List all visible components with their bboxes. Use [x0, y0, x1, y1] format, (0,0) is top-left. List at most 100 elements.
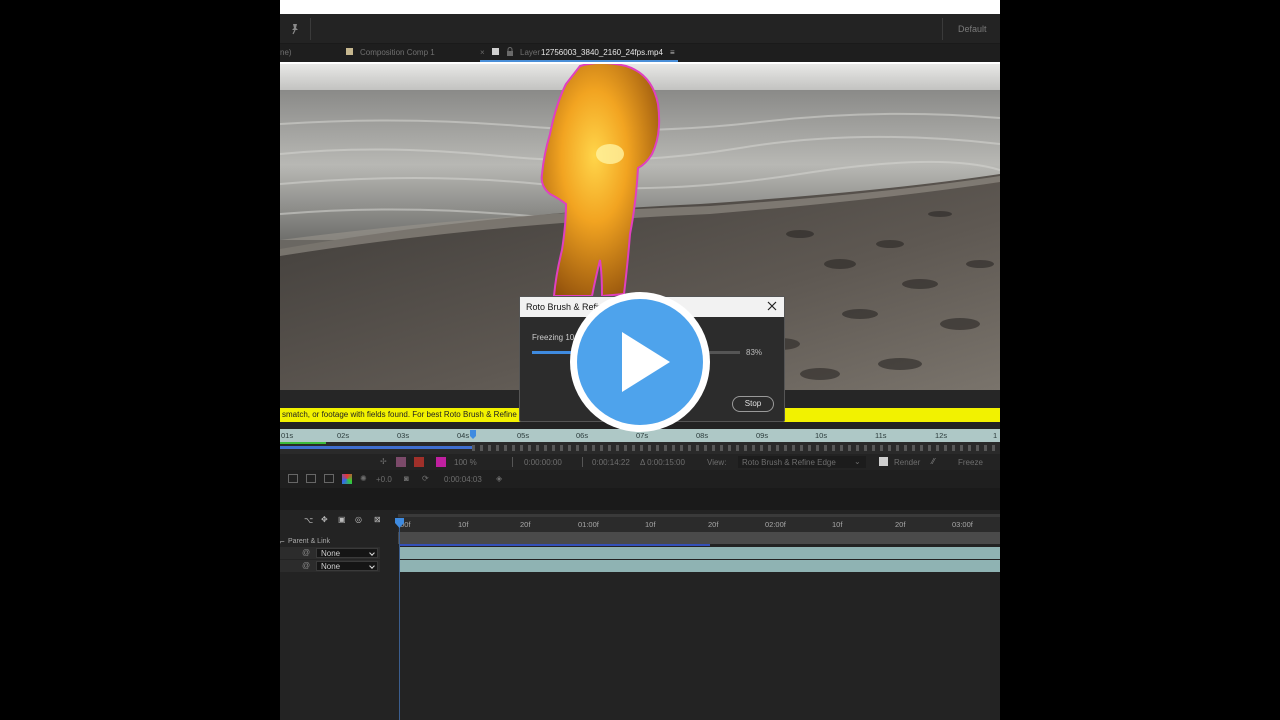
current-time-indicator[interactable]: [470, 430, 476, 442]
toolbar-divider: [942, 18, 943, 40]
matte-color-swatch[interactable]: [436, 457, 446, 467]
panel-divider: [280, 488, 1000, 510]
timeline-tick: 20f: [708, 520, 719, 529]
workspace-label[interactable]: Default: [958, 24, 987, 34]
tab-layer-name[interactable]: 12756003_3840_2160_24fps.mp4: [541, 48, 663, 57]
timeline-tick: 03:00f: [952, 520, 973, 529]
color-channels-icon[interactable]: [342, 474, 352, 484]
snapshot-icon[interactable]: ◙: [404, 474, 409, 483]
chevron-down-icon: [369, 550, 375, 556]
ruler-tick: 02s: [337, 431, 350, 440]
column-icon[interactable]: ⌐: [280, 537, 285, 546]
timeline-tick: 01:00f: [578, 520, 599, 529]
tab-composition[interactable]: Composition Comp 1: [360, 48, 435, 57]
view-label: View:: [707, 458, 727, 467]
parent-select[interactable]: None: [316, 548, 378, 558]
timeline-tick: 10f: [645, 520, 656, 529]
viewer-footer: ✺ +0.0 ◙ ⟳ 0:00:04:03 ◈: [280, 470, 1000, 488]
exposure-value[interactable]: +0.0: [376, 475, 392, 484]
timeline-ruler[interactable]: :00f 10f 20f 01:00f 10f 20f 02:00f 10f 2…: [398, 514, 1000, 532]
mask-view-icon[interactable]: [324, 474, 334, 483]
region-of-interest-icon[interactable]: [288, 474, 298, 483]
progress-percent: 83%: [746, 348, 763, 357]
parent-select-value: None: [321, 549, 341, 558]
timeline-tick: 10f: [832, 520, 843, 529]
roto-span-line: [400, 544, 710, 546]
timeline-tick: 10f: [458, 520, 469, 529]
mask-color-swatch[interactable]: [414, 457, 424, 467]
roto-controls-bar: ✢ 100 % 0:00:00:00 0:00:14:22 Δ 0:00:15:…: [280, 454, 1000, 470]
timeline-panel: ⌥ ✥ ▣ ◎ ⊠ :00f 10f 20f 01:00f 10f 20f 02…: [280, 510, 1000, 720]
freeze-label[interactable]: Freeze: [958, 458, 983, 467]
timeline-current-time-indicator[interactable]: [395, 518, 404, 528]
exposure-icon[interactable]: ✺: [360, 474, 367, 483]
ruler-tick: 11s: [875, 431, 887, 440]
reset-exposure-icon[interactable]: ◈: [496, 474, 502, 483]
timeline-current-time-line: [399, 522, 400, 720]
composition-icon: [346, 48, 353, 55]
lock-icon[interactable]: [506, 47, 514, 56]
viewer-timecode[interactable]: 0:00:04:03: [444, 475, 482, 484]
layer-row[interactable]: @ None: [280, 547, 380, 559]
cached-frames-green: [280, 442, 326, 444]
toolbar-divider: [310, 18, 311, 40]
close-icon[interactable]: ×: [480, 48, 485, 57]
work-area-bar[interactable]: [398, 532, 1000, 544]
parent-select[interactable]: None: [316, 561, 378, 571]
render-checkbox[interactable]: [879, 457, 888, 466]
shy-layers-icon[interactable]: ✥: [321, 515, 328, 524]
draft-3d-icon[interactable]: ⌥: [304, 516, 313, 525]
ripple-icon[interactable]: ✢: [380, 457, 387, 466]
ruler-tick: 01s: [281, 431, 294, 440]
layer-duration-bar[interactable]: [400, 547, 1000, 559]
cache-indicator: [280, 442, 1000, 454]
ruler-tick: 09s: [756, 431, 769, 440]
pin-icon[interactable]: [288, 22, 302, 36]
show-snapshot-icon[interactable]: ⟳: [422, 474, 429, 483]
render-label: Render: [894, 458, 921, 467]
timeline-tick: 20f: [895, 520, 906, 529]
ruler-tick: 12s: [935, 431, 948, 440]
tab-layer-prefix[interactable]: Layer: [520, 48, 540, 57]
timeline-tick: 02:00f: [765, 520, 786, 529]
chevron-down-icon[interactable]: ⌄: [854, 457, 861, 466]
after-effects-window: Default ne) Composition Comp 1 × Layer 1…: [280, 0, 1000, 720]
time-start[interactable]: 0:00:00:00: [524, 458, 562, 467]
propagation-arrows: [472, 445, 1000, 451]
layer-tab-icon: [492, 48, 499, 55]
overlay-color-swatch[interactable]: [396, 457, 406, 467]
ruler-tick: 04s: [457, 431, 470, 440]
parent-select-value: None: [321, 562, 341, 571]
warning-message: smatch, or footage with fields found. Fo…: [282, 410, 543, 419]
tab-previous-label[interactable]: ne): [280, 48, 292, 57]
chevron-down-icon: [369, 563, 375, 569]
time-duration[interactable]: Δ 0:00:15:00: [640, 458, 685, 467]
motion-blur-icon[interactable]: ◎: [355, 515, 362, 524]
view-dropdown[interactable]: Roto Brush & Refine Edge: [738, 456, 866, 468]
timeline-tick: 20f: [520, 520, 531, 529]
tab-menu-icon[interactable]: ≡: [670, 48, 675, 57]
tools-toolbar: Default: [280, 14, 1000, 44]
time-current[interactable]: 0:00:14:22: [592, 458, 630, 467]
pick-whip-icon[interactable]: @: [302, 548, 310, 557]
ruler-tick: 03s: [397, 431, 410, 440]
zoom-percent[interactable]: 100 %: [454, 458, 477, 467]
layer-outline: ⌐ Parent & Link @ None @ None: [280, 532, 398, 720]
propagated-frames-blue: [280, 446, 472, 449]
matte-highlight: [596, 144, 624, 164]
end-marker: [582, 457, 583, 467]
stop-button[interactable]: Stop: [732, 396, 774, 412]
layer-duration-bar[interactable]: [400, 560, 1000, 572]
graph-editor-icon[interactable]: ⊠: [374, 515, 381, 524]
layer-row[interactable]: @ None: [280, 560, 380, 572]
play-button[interactable]: [566, 288, 714, 436]
pick-whip-icon[interactable]: @: [302, 561, 310, 570]
freeze-icon[interactable]: ⁄⁄: [932, 457, 935, 466]
timeline-tools: ⌥ ✥ ▣ ◎ ⊠: [280, 510, 398, 532]
ruler-tick: 1: [993, 431, 998, 440]
frame-blending-icon[interactable]: ▣: [338, 515, 346, 524]
start-marker: [512, 457, 513, 467]
transparency-grid-icon[interactable]: [306, 474, 316, 483]
top-white-strip: [280, 0, 1000, 14]
close-icon[interactable]: [766, 300, 778, 312]
